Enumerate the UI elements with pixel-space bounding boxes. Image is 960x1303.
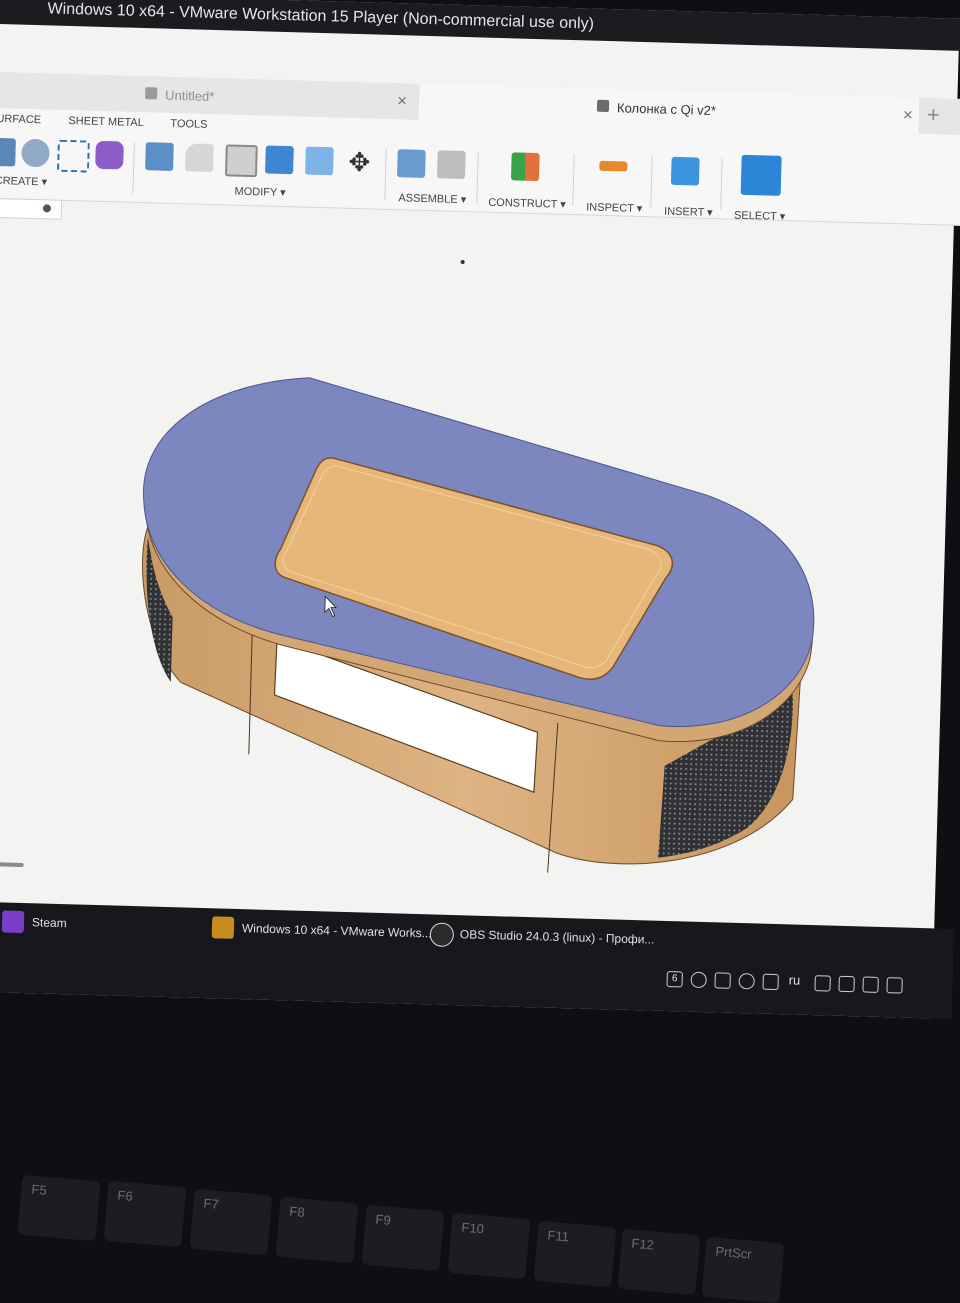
- close-icon[interactable]: ×: [397, 91, 407, 111]
- wifi-icon[interactable]: [814, 975, 831, 992]
- key-prtscr: PrtScr: [701, 1236, 785, 1303]
- sketch-icon[interactable]: [57, 139, 90, 173]
- monitor-screen: Windows 10 x64 - VMware Workstation 15 P…: [0, 0, 960, 1019]
- workspace-tab-surface[interactable]: URFACE: [0, 113, 41, 126]
- workspace-tab-sheet-metal[interactable]: SHEET METAL: [68, 115, 144, 129]
- tab-label: Колонка с Qi v2*: [616, 100, 717, 119]
- horizontal-scrollbar[interactable]: [0, 861, 24, 867]
- insert-image-icon[interactable]: [670, 156, 700, 186]
- combine-icon[interactable]: [265, 145, 294, 175]
- vmware-icon: [211, 916, 235, 939]
- bluetooth-icon[interactable]: [762, 973, 779, 991]
- construct-menu[interactable]: CONSTRUCT ▾: [488, 196, 566, 211]
- toolbar-separator: [720, 158, 723, 211]
- keyboard-layout-indicator[interactable]: ru: [789, 972, 801, 987]
- system-tray: 6 ru: [666, 969, 903, 994]
- toolbar-separator: [132, 141, 135, 194]
- obs-icon: [429, 922, 455, 948]
- split-icon[interactable]: [305, 146, 334, 176]
- vm-title-bar: Windows 10 x64 - VMware Workstation 15 P…: [0, 0, 960, 52]
- 3d-viewport[interactable]: [0, 217, 960, 934]
- collapse-icon[interactable]: [42, 204, 52, 213]
- box-icon[interactable]: [0, 137, 16, 167]
- taskbar-item-steam[interactable]: Steam: [1, 908, 67, 938]
- steam-tray-icon[interactable]: [738, 973, 755, 990]
- form-icon[interactable]: [95, 140, 124, 170]
- laptop-keyboard: F5 F6 F7 F8 F9 F10 F11 F12 PrtScr: [0, 1120, 960, 1303]
- notification-badge[interactable]: 6: [666, 971, 683, 988]
- select-menu[interactable]: SELECT ▾: [734, 209, 786, 223]
- plane-icon[interactable]: [510, 152, 540, 182]
- cylinder-icon[interactable]: [21, 138, 50, 168]
- press-pull-icon[interactable]: [145, 142, 174, 171]
- media-play-icon[interactable]: [690, 971, 707, 989]
- microphone-icon[interactable]: [714, 972, 731, 989]
- taskbar-label: OBS Studio 24.0.3 (linux) - Профи...: [459, 927, 655, 947]
- document-cube-icon: [145, 87, 158, 100]
- tab-label: Untitled*: [164, 87, 215, 105]
- clipboard-icon[interactable]: [886, 977, 903, 994]
- steam-icon: [1, 910, 25, 934]
- close-icon[interactable]: ×: [903, 105, 913, 125]
- key-f12: F12: [617, 1228, 701, 1296]
- taskbar-label: Windows 10 x64 - VMware Works...: [241, 921, 432, 941]
- key-f11: F11: [533, 1220, 617, 1288]
- inspect-menu[interactable]: INSPECT ▾: [586, 200, 642, 215]
- new-tab-plus-icon[interactable]: +: [927, 102, 941, 128]
- select-icon[interactable]: [740, 154, 782, 196]
- toolbar-separator: [476, 151, 479, 204]
- toolbar-separator: [650, 156, 653, 209]
- workspace-tab-tools[interactable]: TOOLS: [170, 118, 207, 131]
- origin-point: [460, 260, 465, 265]
- document-cube-icon: [596, 99, 610, 113]
- modify-menu[interactable]: MODIFY ▾: [234, 185, 285, 199]
- insert-menu[interactable]: INSERT ▾: [664, 205, 713, 219]
- key-f5: F5: [17, 1174, 101, 1242]
- taskbar-item-vmware[interactable]: Windows 10 x64 - VMware Works...: [211, 914, 432, 947]
- taskbar-label: Steam: [31, 915, 67, 931]
- assemble-menu[interactable]: ASSEMBLE ▾: [398, 191, 466, 206]
- volume-icon[interactable]: [862, 976, 879, 993]
- key-f6: F6: [103, 1180, 187, 1248]
- new-component-icon[interactable]: [396, 149, 426, 178]
- shell-icon[interactable]: [224, 144, 258, 178]
- lock-icon[interactable]: [838, 975, 855, 993]
- toolbar-separator: [384, 148, 387, 201]
- key-f7: F7: [189, 1188, 273, 1256]
- toolbar-separator: [572, 154, 575, 207]
- joint-icon[interactable]: [436, 150, 466, 180]
- move-icon[interactable]: ✥: [345, 147, 374, 178]
- key-f10: F10: [447, 1212, 531, 1280]
- fillet-icon[interactable]: [185, 143, 214, 173]
- create-menu[interactable]: CREATE ▾: [0, 174, 47, 188]
- measure-icon[interactable]: [599, 160, 628, 172]
- taskbar-item-obs[interactable]: OBS Studio 24.0.3 (linux) - Профи...: [429, 920, 655, 950]
- key-f9: F9: [361, 1204, 445, 1272]
- key-f8: F8: [275, 1196, 359, 1264]
- vm-window-title: Windows 10 x64 - VMware Workstation 15 P…: [47, 0, 595, 33]
